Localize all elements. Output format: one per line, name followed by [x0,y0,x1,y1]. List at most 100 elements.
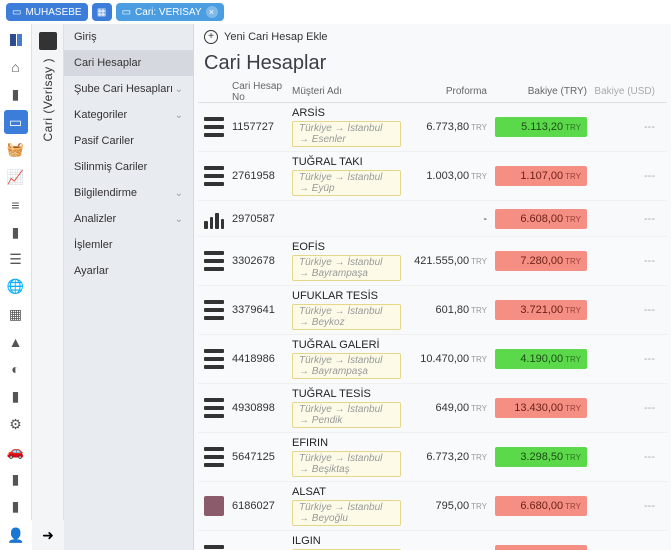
sidebar-item[interactable]: Silinmiş Cariler [64,154,193,180]
context-pill-account[interactable]: ▭Cari: VERISAY× [116,3,224,21]
customer-cell: TUĞRAL GALERİTürkiye → İstanbul → Bayram… [292,339,401,379]
chevron-down-icon: ⌄ [175,214,183,225]
sidebar-item[interactable]: Şube Cari Hesapları⌄ [64,76,193,102]
add-account-button[interactable]: + Yeni Cari Hesap Ekle [194,24,671,50]
sidebar-item[interactable]: Giriş [64,24,193,50]
col-no[interactable]: Cari Hesap No [232,81,292,103]
usd-cell: --- [591,500,661,512]
car-icon[interactable]: 🚗 [4,440,28,463]
account-no: 4930898 [232,402,292,414]
close-icon[interactable]: × [206,6,218,18]
account-no: 5647125 [232,451,292,463]
usd-cell: --- [591,353,661,365]
table-row[interactable]: 5647125EFIRINTürkiye → İstanbul → Beşikt… [198,433,667,482]
customer-name: TUĞRAL GALERİ [292,339,401,351]
chart-icon[interactable]: 📈 [4,165,28,188]
rail-item-icon[interactable]: ≡ [4,193,28,216]
customer-name: ILGIN [292,535,401,547]
vertical-tab[interactable]: Cari (Verisay ) [32,24,64,550]
sidebar-item-label: Cari Hesaplar [74,57,141,69]
building-icon [204,447,224,467]
balance-cell: 6.680,00TRY [491,496,591,516]
table-header: Cari Hesap No Müşteri Adı Proforma Bakiy… [198,81,667,103]
piggy-icon[interactable]: ◐ [4,358,28,381]
col-balance[interactable]: Bakiye (TRY) [491,86,591,97]
rail-item-icon[interactable]: ▮ [4,495,28,518]
col-proforma[interactable]: Proforma [401,86,491,97]
sidebar-item-label: Pasif Cariler [74,135,134,147]
usd-cell: --- [591,213,661,225]
sidebar-item-label: Silinmiş Cariler [74,161,147,173]
add-label: Yeni Cari Hesap Ekle [224,31,328,43]
table-row[interactable]: 6230182ILGINTürkiye → İstanbul → Esenler… [198,531,667,550]
book-icon[interactable]: ▦ [4,303,28,326]
table-row[interactable]: 6186027ALSATTürkiye → İstanbul → Beyoğlu… [198,482,667,531]
sidebar-item[interactable]: Bilgilendirme⌄ [64,180,193,206]
basket-icon[interactable]: 🧺 [4,138,28,161]
sidebar-item[interactable]: Kategoriler⌄ [64,102,193,128]
customer-cell: ALSATTürkiye → İstanbul → Beyoğlu [292,486,401,526]
customer-location: Türkiye → İstanbul → Beşiktaş [292,451,401,477]
rail-item-icon[interactable]: ▮ [4,83,28,106]
customer-cell: TUĞRAL TAKITürkiye → İstanbul → Eyüp [292,156,401,196]
grid-icon[interactable]: ▦ [92,3,112,21]
account-no: 6186027 [232,500,292,512]
table-row[interactable]: 1157727ARSİSTürkiye → İstanbul → Esenler… [198,103,667,152]
sidebar-item[interactable]: Pasif Cariler [64,128,193,154]
table-row[interactable]: 2761958TUĞRAL TAKITürkiye → İstanbul → E… [198,152,667,201]
customer-name: UFUKLAR TESİS [292,290,401,302]
proforma-cell: 649,00TRY [401,402,491,414]
factory-icon [204,209,224,229]
table-row[interactable]: 3379641UFUKLAR TESİSTürkiye → İstanbul →… [198,286,667,335]
customer-name: TUĞRAL TESİS [292,388,401,400]
sidebar-item[interactable]: Ayarlar [64,258,193,284]
globe-icon[interactable]: 🌐 [4,275,28,298]
accounts-icon[interactable]: ▭ [4,110,28,133]
usd-cell: --- [591,170,661,182]
photo-icon [204,496,224,516]
tab-label: Cari (Verisay ) [41,58,55,142]
account-no: 1157727 [232,121,292,133]
rail-item-icon[interactable]: ▮ [4,385,28,408]
table-row[interactable]: 4418986TUĞRAL GALERİTürkiye → İstanbul →… [198,335,667,384]
sidebar-item[interactable]: Cari Hesaplar [64,50,193,76]
customer-name: EOFİS [292,241,401,253]
rail-item-icon[interactable]: ▮ [4,220,28,243]
proforma-cell: - [401,213,491,225]
sidebar-item[interactable]: Analizler⌄ [64,206,193,232]
balance-cell: 203.158,60TRY [491,545,591,550]
account-no: 3379641 [232,304,292,316]
sidebar-item-label: Ayarlar [74,265,109,277]
sidebar-item[interactable]: İşlemler [64,232,193,258]
table-row[interactable]: 2970587 -6.608,00TRY--- [198,201,667,237]
logout-icon[interactable]: ➜ [32,520,64,550]
card-icon: ▭ [12,7,21,18]
rail-item-icon[interactable]: ☰ [4,248,28,271]
table-row[interactable]: 3302678EOFİSTürkiye → İstanbul → Bayramp… [198,237,667,286]
account-no: 2970587 [232,213,292,225]
account-no: 4418986 [232,353,292,365]
context-pill-module[interactable]: ▭MUHASEBE [6,3,88,21]
building-icon [204,349,224,369]
gear-icon[interactable]: ⚙ [4,413,28,436]
sidebar-item-label: İşlemler [74,239,113,251]
content: + Yeni Cari Hesap Ekle Cari Hesaplar Car… [194,24,671,550]
card-icon: ▭ [122,7,131,18]
balance-cell: 6.608,00TRY [491,209,591,229]
proforma-cell: 10.470,00TRY [401,353,491,365]
building-icon [204,545,224,550]
left-rail: ⌂ ▮ ▭ 🧺 📈 ≡ ▮ ☰ 🌐 ▦ ▲ ◐ ▮ ⚙ 🚗 ▮ ▮ ▮ [0,24,32,550]
customer-cell: TUĞRAL TESİSTürkiye → İstanbul → Pendik [292,388,401,428]
col-name[interactable]: Müşteri Adı [292,86,401,97]
user-icon[interactable]: ▲ [4,330,28,353]
logo-icon[interactable] [4,28,28,51]
col-usd[interactable]: Bakiye (USD) [591,86,661,97]
chevron-down-icon: ⌄ [175,188,183,199]
customer-cell: ILGINTürkiye → İstanbul → Esenler [292,535,401,550]
home-icon[interactable]: ⌂ [4,55,28,78]
proforma-cell: 421.555,00TRY [401,255,491,267]
user-icon[interactable]: 👤 [0,520,32,550]
chevron-down-icon: ⌄ [175,84,183,95]
android-icon[interactable]: ▮ [4,468,28,491]
table-row[interactable]: 4930898TUĞRAL TESİSTürkiye → İstanbul → … [198,384,667,433]
